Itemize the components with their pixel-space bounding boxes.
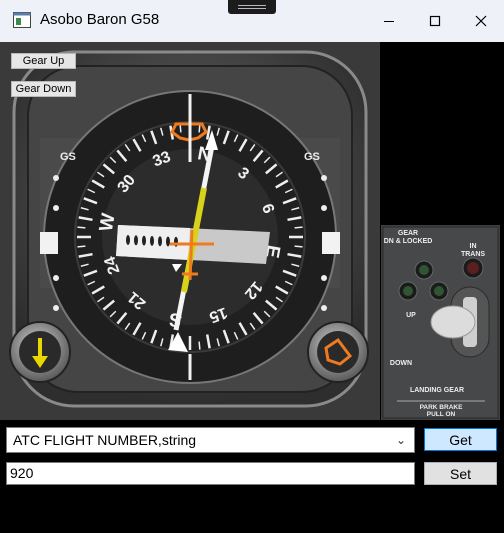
gear-dn-locked-label-2: DN & LOCKED xyxy=(384,238,433,245)
compass-tick xyxy=(77,245,86,248)
close-icon xyxy=(475,15,487,27)
gs-dot xyxy=(321,275,327,281)
variable-select-value: ATC FLIGHT NUMBER,string xyxy=(13,432,197,448)
heading-knob[interactable] xyxy=(9,321,71,383)
gs-dot xyxy=(321,305,327,311)
close-button[interactable] xyxy=(458,0,504,42)
left-gear-light xyxy=(403,286,413,296)
cdi-dot xyxy=(126,235,130,245)
value-input[interactable]: 920 xyxy=(6,462,415,485)
nose-gear-light xyxy=(419,265,429,275)
title-grip-handle[interactable] xyxy=(228,0,276,14)
cdi-dot xyxy=(158,236,162,247)
compass-tick xyxy=(294,226,303,229)
park-brake-label-2: PULL ON xyxy=(427,411,456,418)
compass-label: W xyxy=(96,212,120,233)
gs-dot xyxy=(53,275,59,281)
gs-dot xyxy=(53,175,59,181)
gs-dot xyxy=(53,305,59,311)
chevron-down-icon[interactable]: ⌄ xyxy=(396,428,406,452)
landing-gear-panel: GEAR DN & LOCKED IN TRANS UP DOWN LANDIN… xyxy=(381,225,500,420)
minimize-icon xyxy=(384,21,394,22)
cdi-dot xyxy=(134,235,138,246)
gs-label-left: GS xyxy=(60,151,76,163)
gear-up-label: UP xyxy=(406,312,416,319)
maximize-icon xyxy=(429,15,441,27)
set-button[interactable]: Set xyxy=(424,462,497,485)
cdi-dot xyxy=(166,236,170,247)
app-icon xyxy=(13,12,31,28)
minimize-button[interactable] xyxy=(366,0,412,42)
compass-tick xyxy=(198,124,201,133)
course-knob[interactable] xyxy=(307,321,369,383)
gs-dot xyxy=(321,205,327,211)
compass-tick xyxy=(198,341,201,350)
park-brake-label: PARK BRAKE xyxy=(420,404,464,411)
gear-down-label: DOWN xyxy=(390,360,412,367)
compass-tick xyxy=(179,124,182,133)
compass-tick xyxy=(294,245,303,248)
in-trans-light xyxy=(467,262,479,274)
gear-down-button[interactable]: Gear Down xyxy=(11,81,76,97)
in-trans-label: IN xyxy=(470,243,477,250)
hsi-instrument: N36E1215S2124W3033 GS GS xyxy=(0,42,380,420)
landing-gear-label: LANDING GEAR xyxy=(410,387,464,394)
right-gear-light xyxy=(434,286,444,296)
gs-dot xyxy=(321,175,327,181)
cdi-dot xyxy=(150,235,154,246)
cdi-dot xyxy=(142,235,146,246)
gear-dn-locked-label: GEAR xyxy=(398,230,418,237)
gs-label-right: GS xyxy=(304,151,320,163)
get-button[interactable]: Get xyxy=(424,428,497,451)
window-title: Asobo Baron G58 xyxy=(40,11,160,28)
maximize-button[interactable] xyxy=(412,0,458,42)
gear-up-button[interactable]: Gear Up xyxy=(11,53,76,69)
variable-select[interactable]: ATC FLIGHT NUMBER,string ⌄ xyxy=(6,427,415,453)
compass-tick xyxy=(77,226,86,229)
gs-dot xyxy=(53,205,59,211)
in-trans-label-2: TRANS xyxy=(461,251,485,258)
title-bar: Asobo Baron G58 xyxy=(0,0,504,42)
